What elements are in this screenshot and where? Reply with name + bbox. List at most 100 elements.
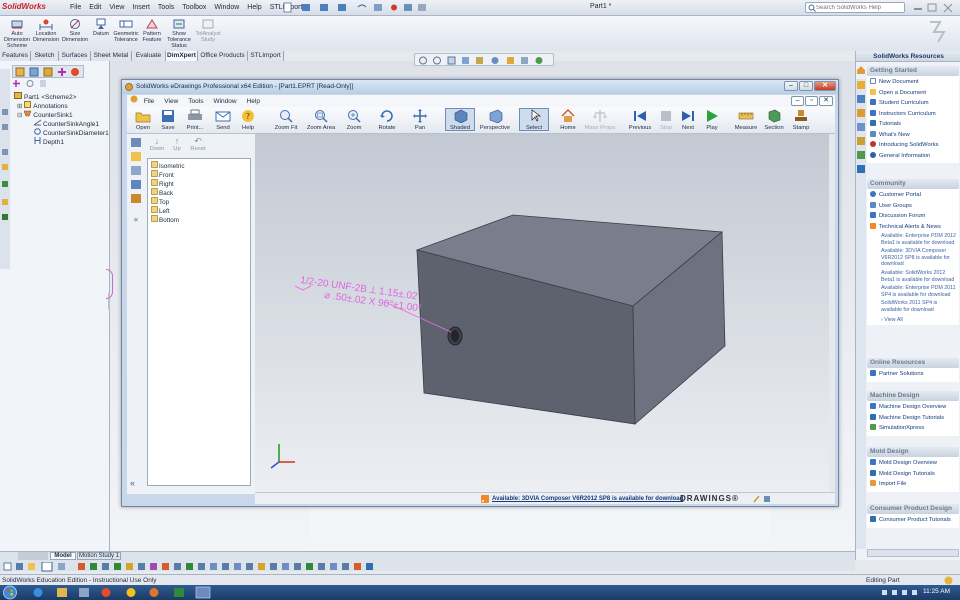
edrawings-menu-file[interactable]: File bbox=[144, 98, 154, 105]
menu-tools[interactable]: Tools bbox=[158, 4, 174, 11]
menu-window[interactable]: Window bbox=[214, 4, 239, 11]
help-status-icon[interactable] bbox=[944, 576, 953, 585]
link-student-curriculum[interactable]: Student Curriculum bbox=[867, 98, 959, 109]
view-item-top[interactable]: Top bbox=[151, 197, 169, 206]
view-item-right[interactable]: Right bbox=[151, 179, 174, 188]
task-pane-scrollbar[interactable] bbox=[867, 549, 959, 557]
save-button[interactable]: Save bbox=[158, 109, 178, 131]
location-dimension-button[interactable]: Location Dimension bbox=[31, 18, 61, 43]
auto-dimension-scheme-button[interactable]: Auto Dimension Scheme bbox=[2, 18, 32, 49]
up-button[interactable]: ↑ Up bbox=[168, 136, 186, 152]
news-item[interactable]: Available: Enterprise PDM 2011 SP4 is av… bbox=[867, 285, 959, 298]
link-general-information[interactable]: General Information bbox=[867, 151, 959, 162]
zoom-fit-button[interactable]: Zoom Fit bbox=[272, 109, 300, 131]
link-simulationxpress[interactable]: SimulationXpress bbox=[867, 423, 959, 434]
getting-started-header[interactable]: Getting Started bbox=[867, 66, 959, 76]
tab-sheet-metal[interactable]: Sheet Metal bbox=[91, 51, 132, 61]
menu-toolbox[interactable]: Toolbox bbox=[182, 4, 206, 11]
community-header[interactable]: Community bbox=[867, 179, 959, 189]
link-consumer-product-tutorials[interactable]: Consumer Product Tutorials bbox=[867, 515, 959, 526]
tab-scroll-arrows[interactable] bbox=[18, 552, 48, 560]
help-button[interactable]: ? Help bbox=[238, 109, 258, 131]
show-tolerance-status-button[interactable]: Show Tolerance Status bbox=[164, 18, 194, 49]
edrawings-menu-tools[interactable]: Tools bbox=[188, 98, 203, 105]
tab-dimxpert[interactable]: DimXpert bbox=[166, 51, 198, 61]
view-item-front[interactable]: Front bbox=[151, 170, 174, 179]
link-customer-portal[interactable]: Customer Portal bbox=[867, 190, 959, 201]
link-introducing-solidworks[interactable]: Introducing SolidWorks bbox=[867, 140, 959, 151]
play-button[interactable]: Play bbox=[703, 109, 721, 131]
previous-button[interactable]: Previous bbox=[627, 109, 653, 131]
tree-item-countersinkdiameter1[interactable]: CounterSinkDiameter1 bbox=[34, 128, 109, 137]
news-item[interactable]: Available: 3DVIA Composer V6R2012 SP8 is… bbox=[867, 248, 959, 268]
tab-evaluate[interactable]: Evaluate bbox=[132, 51, 166, 61]
tab-features[interactable]: Features bbox=[0, 51, 31, 61]
next-button[interactable]: Next bbox=[679, 109, 697, 131]
link-user-groups[interactable]: User Groups bbox=[867, 201, 959, 212]
link-whats-new[interactable]: What's New bbox=[867, 130, 959, 141]
online-resources-header[interactable]: Online Resources bbox=[867, 358, 959, 368]
edrawings-menu-view[interactable]: View bbox=[164, 98, 178, 105]
link-tutorials[interactable]: Tutorials bbox=[867, 119, 959, 130]
select-button[interactable]: Select bbox=[519, 108, 549, 131]
open-button[interactable]: Open bbox=[133, 109, 153, 131]
rotate-button[interactable]: Rotate bbox=[375, 109, 399, 131]
part-model-block[interactable] bbox=[415, 214, 726, 425]
measure-button[interactable]: Measure bbox=[733, 109, 759, 131]
news-item[interactable]: Available: SolidWorks 2012 Beta1 is avai… bbox=[867, 270, 959, 283]
link-technical-alerts[interactable]: Technical Alerts & News bbox=[867, 222, 959, 233]
search-input[interactable] bbox=[816, 3, 902, 12]
edrawings-menu-window[interactable]: Window bbox=[213, 98, 236, 105]
solidworks-logo[interactable]: SolidWorks bbox=[2, 2, 60, 14]
pattern-feature-button[interactable]: Pattern Feature bbox=[137, 18, 167, 43]
stop-button[interactable]: Stop bbox=[657, 109, 675, 131]
mold-design-header[interactable]: Mold Design bbox=[867, 447, 959, 457]
edrawings-3d-viewport[interactable]: 1/2-20 UNF-2B ⟂ 1.15±.02 ⌀ .50±.02 X 90°… bbox=[255, 134, 835, 492]
link-machine-design-tutorials[interactable]: Machine Design Tutorials bbox=[867, 413, 959, 424]
perspective-button[interactable]: Perspective bbox=[479, 109, 511, 131]
task-pane-home-icon[interactable] bbox=[856, 65, 866, 75]
tree-item-depth1[interactable]: Depth1 bbox=[34, 137, 64, 146]
send-button[interactable]: Send bbox=[213, 109, 233, 131]
tree-item-countersinkangle1[interactable]: CounterSinkAngle1 bbox=[34, 119, 99, 128]
tab-stlimport[interactable]: STLImport bbox=[248, 51, 284, 61]
machine-design-header[interactable]: Machine Design bbox=[867, 391, 959, 401]
menu-help[interactable]: Help bbox=[247, 4, 261, 11]
link-mold-design-overview[interactable]: Mold Design Overview bbox=[867, 458, 959, 469]
section-button[interactable]: Section bbox=[762, 109, 786, 131]
edrawings-maximize-button[interactable]: □ bbox=[799, 81, 813, 91]
reset-button[interactable]: ↶ Reset bbox=[187, 136, 209, 152]
edrawings-menu-help[interactable]: Help bbox=[247, 98, 260, 105]
viewport-scrollbar[interactable] bbox=[829, 134, 835, 492]
tab-model[interactable]: Model bbox=[50, 552, 76, 560]
link-new-document[interactable]: New Document bbox=[867, 77, 959, 88]
menu-edit[interactable]: Edit bbox=[89, 4, 101, 11]
tree-item-countersink1[interactable]: ⊟ CounterSink1 bbox=[17, 110, 73, 119]
consumer-product-design-header[interactable]: Consumer Product Design bbox=[867, 504, 959, 514]
link-partner-solutions[interactable]: Partner Solutions bbox=[867, 369, 959, 380]
edrawings-close-button[interactable]: ✕ bbox=[814, 81, 836, 91]
update-available-link[interactable]: Available: 3DVIA Composer V6R2012 SP8 is… bbox=[492, 493, 683, 505]
view-item-left[interactable]: Left bbox=[151, 206, 170, 215]
view-item-bottom[interactable]: Bottom bbox=[151, 215, 179, 224]
news-item[interactable]: Available: Enterprise PDM 2012 Beta1 is … bbox=[867, 233, 959, 246]
print-button[interactable]: Print... bbox=[183, 109, 207, 131]
news-item[interactable]: SolidWorks 2011 SP4 is available for dow… bbox=[867, 300, 959, 313]
link-machine-design-overview[interactable]: Machine Design Overview bbox=[867, 402, 959, 413]
home-button[interactable]: Home bbox=[557, 109, 579, 131]
tree-item-annotations[interactable]: ⊞ Annotations bbox=[17, 101, 68, 110]
menu-insert[interactable]: Insert bbox=[132, 4, 150, 11]
link-open-document[interactable]: Open a Document bbox=[867, 88, 959, 99]
tab-motion-study-1[interactable]: Motion Study 1 bbox=[77, 552, 121, 560]
link-instructors-curriculum[interactable]: Instructors Curriculum bbox=[867, 109, 959, 120]
link-import-file[interactable]: Import File bbox=[867, 479, 959, 490]
start-button[interactable] bbox=[2, 585, 18, 600]
document-minimize-button[interactable]: – bbox=[791, 96, 804, 106]
mass-props-button[interactable]: Mass Props bbox=[584, 109, 616, 131]
zoom-area-button[interactable]: Zoom Area bbox=[305, 109, 337, 131]
menu-file[interactable]: File bbox=[70, 4, 81, 11]
tab-sketch[interactable]: Sketch bbox=[31, 51, 59, 61]
link-mold-design-tutorials[interactable]: Mold Design Tutorials bbox=[867, 469, 959, 480]
clock[interactable]: 11:25 AM bbox=[923, 588, 950, 595]
document-restore-button[interactable]: ▫ bbox=[805, 96, 818, 106]
